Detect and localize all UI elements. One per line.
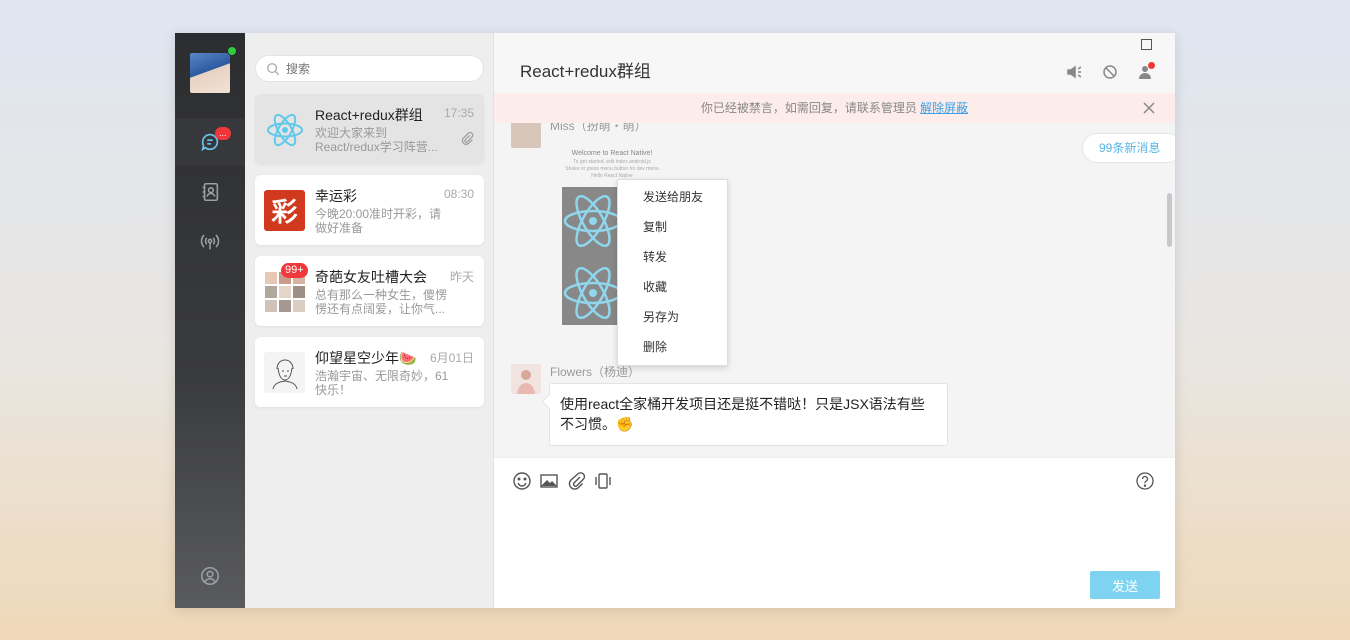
conversation-name: React+redux群组 (315, 107, 423, 123)
message-composer: 发送 (494, 457, 1175, 608)
image-caption: Welcome to React Native! (571, 150, 653, 157)
muted-banner: 你已经被禁言，如需回复，请联系管理员 解除屏蔽 (494, 93, 1175, 123)
nav-rail: ... (175, 33, 245, 608)
image-thumbnail (562, 187, 624, 325)
image-caption-line: Shake or press menu button for dev menu (565, 166, 659, 172)
conversation-time: 6月01日 (429, 351, 474, 365)
chat-unread-badge: ... (215, 127, 231, 140)
member-thumb (264, 285, 277, 298)
conversation-item[interactable]: 仰望星空少年🍉 6月01日 浩瀚宇宙、无限奇妙，61快乐！ (255, 337, 484, 407)
conversation-preview: 总有那么一种女生，傻愣愣还有点阔爱，让你气... (315, 288, 448, 316)
person-icon (517, 370, 535, 394)
app-window: ... 搜索 React+redux群组 17:35 欢迎大家来到React/r… (175, 33, 1175, 608)
search-icon (267, 62, 280, 75)
search-input[interactable] (286, 61, 466, 76)
broadcast-icon (200, 234, 220, 250)
sender-avatar (511, 364, 541, 394)
conversation-name: 幸运彩 (315, 188, 357, 204)
conversation-time: 17:35 (443, 106, 474, 120)
help-icon[interactable] (1135, 471, 1155, 491)
maximize-button[interactable] (1141, 39, 1152, 50)
nav-profile[interactable] (175, 552, 245, 600)
menu-item-save-as[interactable]: 另存为 (618, 302, 727, 332)
image-caption-line: To get started, edit index.android.js (573, 159, 651, 165)
chat-header: React+redux群组 (494, 33, 1175, 93)
image-icon[interactable] (539, 471, 559, 491)
react-icon (266, 113, 303, 146)
search-box[interactable] (255, 55, 484, 82)
menu-item-forward[interactable]: 转发 (618, 242, 727, 272)
scrollbar-thumb[interactable] (1167, 193, 1172, 247)
conversation-name: 奇葩女友吐槽大会 (315, 269, 427, 285)
unread-badge: 99+ (281, 263, 308, 278)
mute-speaker-icon[interactable] (1065, 63, 1083, 81)
menu-item-send-to-friend[interactable]: 发送给朋友 (618, 182, 727, 212)
member-thumb (278, 299, 291, 312)
conversation-item[interactable]: 99+ 奇葩女友吐槽大会 昨天 总有那么一种女生，傻愣愣还有点阔爱，让你气... (255, 256, 484, 326)
sender-name: Miss（扮萌・萌） (550, 123, 647, 133)
menu-item-favorite[interactable]: 收藏 (618, 272, 727, 302)
nav-broadcast[interactable] (175, 218, 245, 266)
message-bubble[interactable]: 使用react全家桶开发项目还是挺不错哒！只是JSX语法有些不习惯。✊ (549, 383, 948, 446)
lottery-logo-avatar: 彩 (264, 190, 305, 231)
new-messages-pill[interactable]: 99条新消息 (1082, 133, 1175, 163)
nav-contacts[interactable] (175, 168, 245, 216)
conversation-item[interactable]: 彩 幸运彩 08:30 今晚20:00准时开彩，请做好准备 (255, 175, 484, 245)
conversation-time: 08:30 (443, 187, 474, 201)
nav-chat[interactable]: ... (175, 118, 245, 166)
member-thumb (278, 285, 291, 298)
conversation-preview: 浩瀚宇宙、无限奇妙，61快乐！ (315, 369, 449, 397)
conversation-list: React+redux群组 17:35 欢迎大家来到React/redux学习阵… (245, 33, 494, 608)
member-thumb (292, 285, 305, 298)
chat-title: React+redux群组 (520, 62, 651, 81)
context-menu: 发送给朋友 复制 转发 收藏 另存为 删除 (617, 179, 728, 366)
send-button[interactable]: 发送 (1090, 571, 1160, 599)
vibrate-icon[interactable] (593, 471, 613, 491)
my-avatar[interactable] (190, 53, 230, 93)
conversation-preview: 欢迎大家来到React/redux学习阵营... (315, 126, 438, 154)
banner-text: 你已经被禁言，如需回复，请联系管理员 (700, 101, 917, 115)
menu-item-delete[interactable]: 删除 (618, 332, 727, 362)
online-status-dot (227, 46, 237, 56)
close-icon[interactable] (1143, 102, 1155, 114)
unblock-link[interactable]: 解除屏蔽 (920, 101, 968, 115)
message-area: Miss（扮萌・萌） Welcome to React Native! To g… (494, 123, 1175, 457)
emoji-icon[interactable] (512, 471, 532, 491)
conversation-preview: 今晚20:00准时开彩，请做好准备 (315, 207, 442, 235)
block-icon[interactable] (1101, 63, 1119, 81)
conversation-item[interactable]: React+redux群组 17:35 欢迎大家来到React/redux学习阵… (255, 94, 484, 164)
user-circle-icon (200, 566, 220, 586)
members-notification-dot (1148, 62, 1155, 69)
paperclip-icon[interactable] (566, 471, 586, 491)
sender-avatar (511, 123, 541, 148)
menu-item-copy[interactable]: 复制 (618, 212, 727, 242)
conversation-name: 仰望星空少年🍉 (315, 350, 417, 366)
react-logo-avatar (264, 109, 305, 150)
conversation-time: 昨天 (449, 270, 474, 284)
member-thumb (264, 271, 277, 284)
member-thumb (264, 299, 277, 312)
chat-panel: React+redux群组 你已经被禁言，如需回复，请联系管理员 解除屏蔽 Mi… (494, 33, 1175, 608)
member-thumb (292, 299, 305, 312)
lottery-logo-glyph: 彩 (271, 197, 298, 227)
contacts-icon (202, 182, 219, 202)
react-icon (563, 194, 623, 320)
sender-name: Flowers（杨迪） (550, 365, 641, 379)
sketch-portrait-avatar (264, 352, 305, 393)
portrait-sketch-icon (272, 358, 297, 389)
paperclip-icon (461, 131, 474, 145)
